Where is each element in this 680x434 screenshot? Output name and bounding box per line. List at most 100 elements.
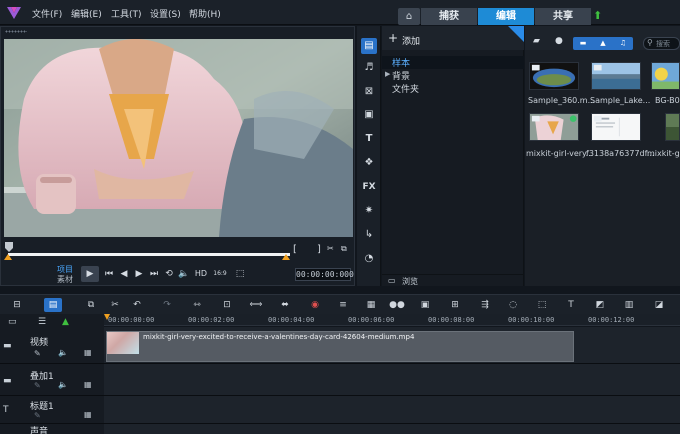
aspect-ratio-select[interactable]: 16:9 [212, 266, 228, 282]
tree-item-samples[interactable]: 样本 [382, 56, 524, 69]
motion-tracking-icon[interactable]: ●● [388, 298, 406, 312]
media-thumbnail[interactable] [665, 113, 680, 141]
template-icon[interactable]: ▣ [361, 107, 377, 123]
panel-grip[interactable] [5, 30, 27, 33]
tab-share[interactable]: 共享 [535, 8, 591, 25]
menu-tools[interactable]: 工具(T) [111, 7, 142, 20]
voice-track-lane[interactable] [104, 424, 680, 434]
redo-icon[interactable]: ↷ [158, 298, 176, 312]
scrub-track[interactable] [8, 253, 290, 256]
fx-icon[interactable]: FX [361, 179, 377, 195]
subtitle-editor-icon[interactable]: ▣ [416, 298, 434, 312]
ripple-editing-icon[interactable]: ▲ [62, 317, 69, 327]
text-3d-icon[interactable]: T [562, 298, 580, 312]
previous-frame-button[interactable]: ◀ [118, 266, 130, 282]
repeat-button[interactable]: ⟲ [163, 266, 175, 282]
menu-file[interactable]: 文件(F) [32, 7, 62, 20]
mark-out-button[interactable]: ] [317, 244, 321, 255]
timecode-display[interactable]: 00:00:00:000 [295, 268, 354, 281]
tools-icon[interactable]: ✂ [106, 298, 124, 312]
media-thumbnail[interactable] [591, 62, 641, 90]
upload-icon[interactable]: ⬆ [593, 9, 602, 22]
graphic-icon[interactable]: ❖ [361, 155, 377, 171]
pin-icon[interactable] [508, 26, 524, 42]
motion-icon[interactable]: ✷ [361, 203, 377, 219]
track-edit-icon[interactable]: ✎ [34, 411, 41, 420]
multi-camera-icon[interactable]: ⊞ [446, 298, 464, 312]
video-clip[interactable]: mixkit-girl-very-excited-to-receive-a-va… [106, 331, 574, 362]
play-button[interactable]: ▶ [81, 266, 99, 282]
scrub-handle[interactable] [5, 242, 13, 252]
storyboard-view-icon[interactable]: ⊟ [8, 298, 26, 312]
media-thumbnail[interactable] [651, 62, 680, 90]
trim-end-marker[interactable] [282, 254, 290, 260]
split-clip-icon[interactable]: ✂ [327, 244, 334, 253]
media-thumbnail[interactable] [529, 113, 579, 141]
menu-edit[interactable]: 编辑(E) [71, 7, 102, 20]
trim-start-marker[interactable] [4, 254, 12, 260]
browse-button[interactable]: ▭ 浏览 [382, 274, 524, 286]
filter-photo-icon[interactable]: ▲ [594, 38, 612, 49]
home-button[interactable]: ⌂ [398, 8, 420, 25]
capture-icon[interactable]: ● [555, 36, 563, 46]
enlarge-preview-icon[interactable]: ⧉ [341, 244, 347, 254]
track-lock-icon[interactable]: ▦ [84, 410, 92, 419]
filter-audio-icon[interactable]: ♫ [614, 38, 632, 49]
end-button[interactable]: ⏭ [148, 266, 160, 282]
scrubber[interactable] [4, 241, 290, 261]
mask-creator-icon[interactable]: ◌ [504, 298, 522, 312]
multi-trim-icon[interactable]: ⧉ [82, 298, 100, 312]
split-screen-icon[interactable]: ▥ [620, 298, 638, 312]
undo-icon[interactable]: ↶ [128, 298, 146, 312]
track-lock-icon[interactable]: ▦ [84, 380, 92, 389]
fit-timeline-icon[interactable]: ⇿ [188, 298, 206, 312]
overlay-track-lane[interactable] [104, 364, 680, 395]
media-thumbnail[interactable] [591, 113, 641, 141]
media-thumbnail[interactable] [529, 62, 579, 90]
color-grading-icon[interactable]: ◩ [591, 298, 609, 312]
media-icon[interactable]: ▤ [361, 38, 377, 54]
safe-zone-button[interactable]: ⬚ [233, 266, 247, 282]
mode-clip[interactable]: 素材 [57, 275, 73, 285]
auto-music-icon[interactable]: ▦ [362, 298, 380, 312]
title-icon[interactable]: T [361, 131, 377, 147]
chapter-menu-icon[interactable]: ☰ [38, 317, 46, 327]
timeline-view-icon[interactable]: ▤ [44, 298, 62, 312]
path-icon[interactable]: ↳ [361, 227, 377, 243]
playhead[interactable] [104, 314, 110, 320]
speed-icon[interactable]: ◔ [361, 251, 377, 267]
mode-project[interactable]: 项目 [57, 265, 73, 275]
timeline-ruler[interactable]: 00:00:00:00 00:00:02:00 00:00:04:00 00:0… [104, 314, 680, 326]
tab-capture[interactable]: 捕获 [421, 8, 477, 25]
trim-icon[interactable]: ⟺ [247, 298, 265, 312]
menu-help[interactable]: 帮助(H) [189, 7, 221, 20]
video-mask-icon[interactable]: ◪ [650, 298, 668, 312]
track-edit-icon[interactable]: ✎ [34, 349, 41, 358]
add-folder-button[interactable]: + 添加 [382, 26, 524, 50]
sound-mixer-icon[interactable]: ≡ [334, 298, 352, 312]
volume-button[interactable]: 🔈 [178, 266, 190, 282]
track-lock-icon[interactable]: ▦ [84, 348, 92, 357]
record-icon[interactable]: ◉ [306, 298, 324, 312]
home-start-button[interactable]: ⏮ [103, 266, 115, 282]
track-audio-icon[interactable]: 🔈 [58, 348, 68, 357]
track-manager-icon[interactable]: ▭ [8, 317, 17, 327]
mark-in-button[interactable]: [ [293, 244, 297, 255]
title-track-lane[interactable] [104, 396, 680, 423]
menu-settings[interactable]: 设置(S) [150, 7, 181, 20]
track-audio-icon[interactable]: 🔈 [58, 380, 68, 389]
transition-icon[interactable]: ⊠ [361, 84, 377, 100]
import-folder-icon[interactable]: ▰ [533, 36, 540, 46]
next-frame-button[interactable]: ▶ [133, 266, 145, 282]
filter-video-icon[interactable]: ▬ [574, 38, 592, 49]
mode-selector[interactable]: 项目 素材 [57, 265, 73, 285]
instant-project-icon[interactable]: ♬ [361, 60, 377, 76]
search-input[interactable]: ⚲ 搜索 [643, 37, 680, 50]
hd-toggle[interactable]: HD [194, 266, 208, 282]
tab-edit[interactable]: 编辑 [478, 8, 534, 25]
tree-item-backgrounds[interactable]: 背景 [392, 69, 410, 82]
tree-item-folder[interactable]: 文件夹 [392, 82, 419, 95]
split-icon[interactable]: ⬌ [276, 298, 294, 312]
expand-caret-icon[interactable]: ▶ [385, 70, 390, 78]
time-remap-icon[interactable]: ⇶ [476, 298, 494, 312]
